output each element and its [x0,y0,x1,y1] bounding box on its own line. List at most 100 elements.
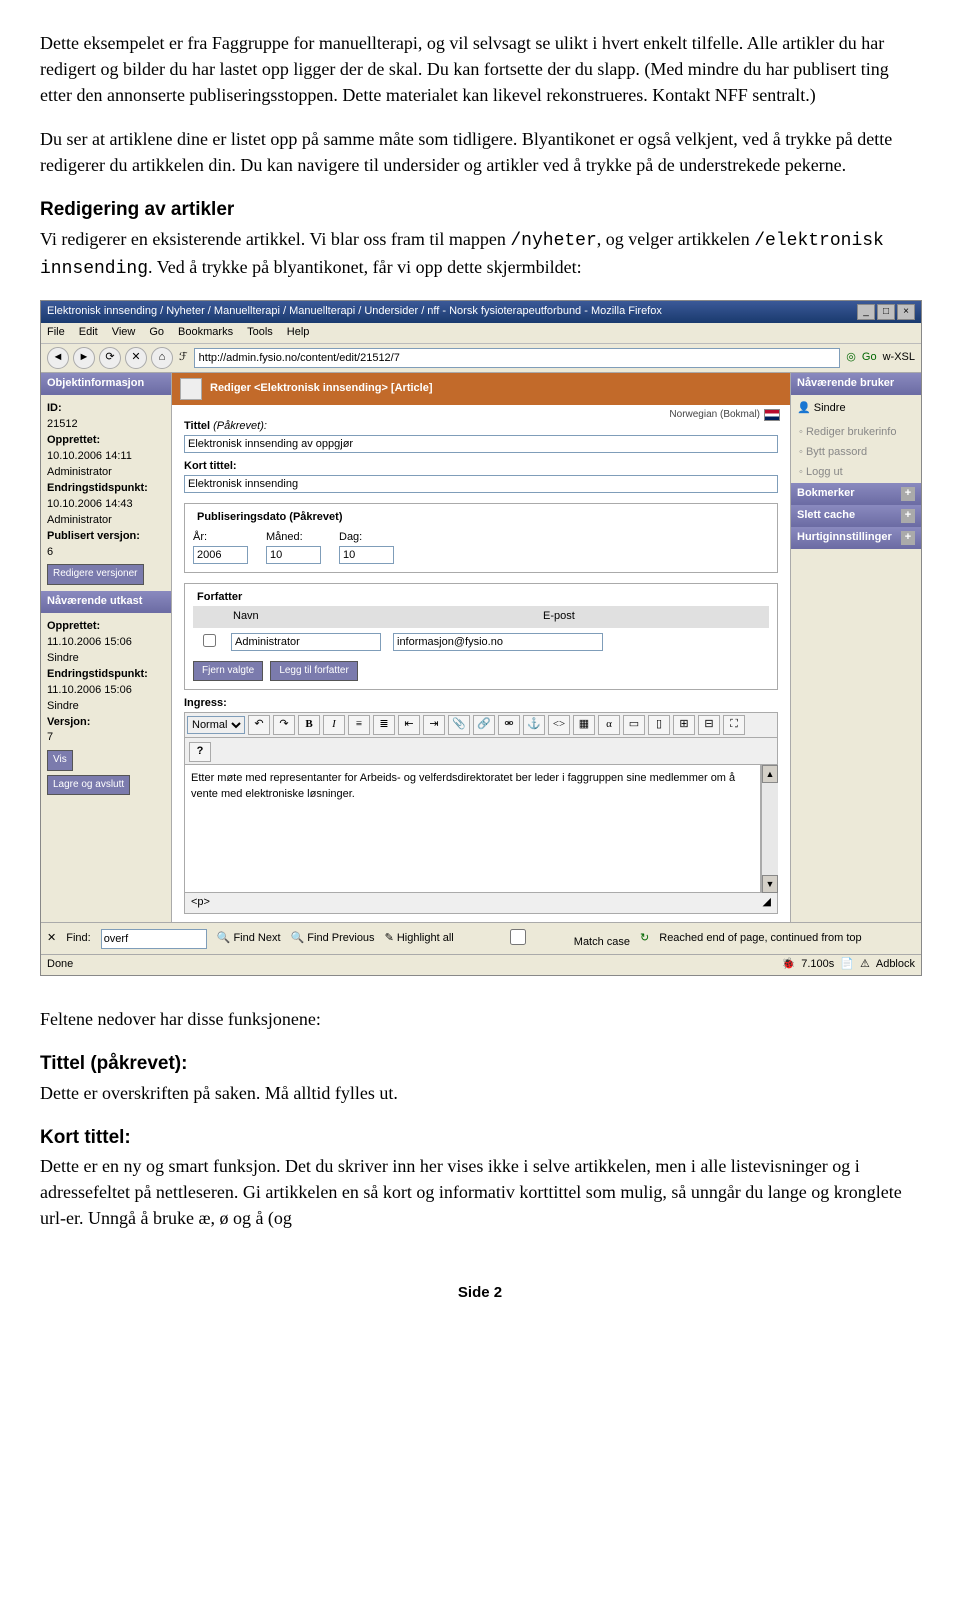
korttittel-input[interactable] [184,475,778,493]
legg-til-forfatter-button[interactable]: Legg til forfatter [270,661,357,682]
xsl-badge[interactable]: w-XSL [883,350,915,366]
bytt-passord-link[interactable]: ◦ Bytt passord [791,443,921,463]
slett-cache-header[interactable]: Slett cache+ [791,505,921,527]
table-icon[interactable]: ▦ [573,715,595,735]
back-button[interactable]: ◄ [47,347,69,369]
rediger-brukerinfo-link[interactable]: ◦ Rediger brukerinfo [791,423,921,443]
go-label[interactable]: Go [862,350,877,366]
fullscreen-icon[interactable]: ⛶ [723,715,745,735]
epost-header: E-post [543,609,763,625]
lagre-avslutt-button[interactable]: Lagre og avslutt [47,775,130,796]
help-button[interactable]: ? [189,742,211,762]
utkast-opprettet-value: 11.10.2006 15:06 [47,635,165,651]
find-prev-button[interactable]: 🔍 Find Previous [291,931,375,947]
resize-handle-icon[interactable]: ◢ [763,895,771,911]
bug-icon[interactable]: 🐞 [782,957,796,973]
insert-col-icon[interactable]: ▯ [648,715,670,735]
korttittel-label: Kort tittel: [184,459,778,475]
dag-label: Dag: [339,530,394,546]
fjern-valgte-button[interactable]: Fjern valgte [193,661,263,682]
indent-icon[interactable]: ⇥ [423,715,445,735]
after-p2: Dette er overskriften på saken. Må allti… [40,1080,920,1106]
bokmerker-header[interactable]: Bokmerker+ [791,483,921,505]
author-checkbox[interactable] [203,634,216,647]
format-select[interactable]: Normal [187,716,245,734]
unlink-icon[interactable]: ⚮ [498,715,520,735]
maned-input[interactable] [266,546,321,564]
menu-tools[interactable]: Tools [247,325,273,341]
vis-button[interactable]: Vis [47,750,73,771]
logg-ut-link[interactable]: ◦ Logg ut [791,463,921,483]
undo-icon[interactable]: ↶ [248,715,270,735]
redo-icon[interactable]: ↷ [273,715,295,735]
ingress-label: Ingress: [184,696,778,712]
menu-help[interactable]: Help [287,325,310,341]
author-name-input[interactable] [231,633,381,651]
scroll-up-icon[interactable]: ▲ [762,765,778,783]
highlight-all-button[interactable]: ✎ Highlight all [385,931,454,947]
attach-icon[interactable]: 📎 [448,715,470,735]
opprettet-by: Administrator [47,465,165,481]
screenshot-editor: Elektronisk innsending / Nyheter / Manue… [40,300,922,976]
t-c: . Ved å trykke på blyantikonet, får vi o… [148,257,582,277]
center-form: Rediger <Elektronisk innsending> [Articl… [172,373,791,922]
list-ol-icon[interactable]: ≡ [348,715,370,735]
after-p1: Feltene nedover har disse funksjonene: [40,1006,920,1032]
menu-file[interactable]: File [47,325,65,341]
find-next-button[interactable]: 🔍 Find Next [217,931,281,947]
status-bar: Done 🐞 7.100s 📄 ⚠ Adblock [41,954,921,975]
editor-scrollbar[interactable]: ▲ ▼ [761,765,778,893]
editor-textarea[interactable]: Etter møte med representanter for Arbeid… [184,765,761,893]
id-value: 21512 [47,417,165,433]
maximize-button[interactable]: □ [877,304,895,320]
anchor-icon[interactable]: ⚓ [523,715,545,735]
close-button[interactable]: × [897,304,915,320]
alpha-icon[interactable]: α [598,715,620,735]
list-ul-icon[interactable]: ≣ [373,715,395,735]
intro-p2: Du ser at artiklene dine er listet opp p… [40,126,920,178]
dag-input[interactable] [339,546,394,564]
ar-input[interactable] [193,546,248,564]
add-bookmark-icon[interactable]: + [901,487,915,501]
bold-icon[interactable]: B [298,715,320,735]
hurtig-header[interactable]: Hurtiginnstillinger+ [791,527,921,549]
home-button[interactable]: ⌂ [151,347,173,369]
mono-a: /nyheter [510,231,596,251]
insert-row-icon[interactable]: ▭ [623,715,645,735]
split-icon[interactable]: ⊞ [673,715,695,735]
objektinformasjon-header: Objektinformasjon [41,373,171,395]
menu-edit[interactable]: Edit [79,325,98,341]
url-input[interactable] [194,348,841,368]
stop-button[interactable]: ✕ [125,347,147,369]
menu-bookmarks[interactable]: Bookmarks [178,325,233,341]
outdent-icon[interactable]: ⇤ [398,715,420,735]
find-close-icon[interactable]: ✕ [47,931,56,947]
slett-cache-expand-icon[interactable]: + [901,509,915,523]
go-icon[interactable]: ◎ [846,350,856,366]
code-icon[interactable]: <> [548,715,570,735]
reload-button[interactable]: ⟳ [99,347,121,369]
link-icon[interactable]: 🔗 [473,715,495,735]
maned-label: Måned: [266,530,321,546]
italic-icon[interactable]: I [323,715,345,735]
menu-view[interactable]: View [112,325,136,341]
load-time: 7.100s [801,957,834,973]
versjon-value: 7 [47,730,165,746]
forward-button[interactable]: ► [73,347,95,369]
page-number: Side 2 [40,1282,920,1304]
hurtig-expand-icon[interactable]: + [901,531,915,545]
match-case-checkbox[interactable]: Match case [464,926,630,951]
redigere-versjoner-button[interactable]: Redigere versjoner [47,564,144,585]
tittel-input[interactable] [184,435,778,453]
find-input[interactable] [101,929,207,949]
utkast-endring-by: Sindre [47,699,165,715]
adblock-label[interactable]: Adblock [876,957,915,973]
scroll-down-icon[interactable]: ▼ [762,875,778,893]
versjon-label: Versjon: [47,715,165,731]
minimize-button[interactable]: _ [857,304,875,320]
menu-go[interactable]: Go [149,325,164,341]
find-message: Reached end of page, continued from top [659,931,861,947]
merge-icon[interactable]: ⊟ [698,715,720,735]
author-email-input[interactable] [393,633,603,651]
right-sidebar: Nåværende bruker 👤 Sindre ◦ Rediger bruk… [791,373,921,922]
